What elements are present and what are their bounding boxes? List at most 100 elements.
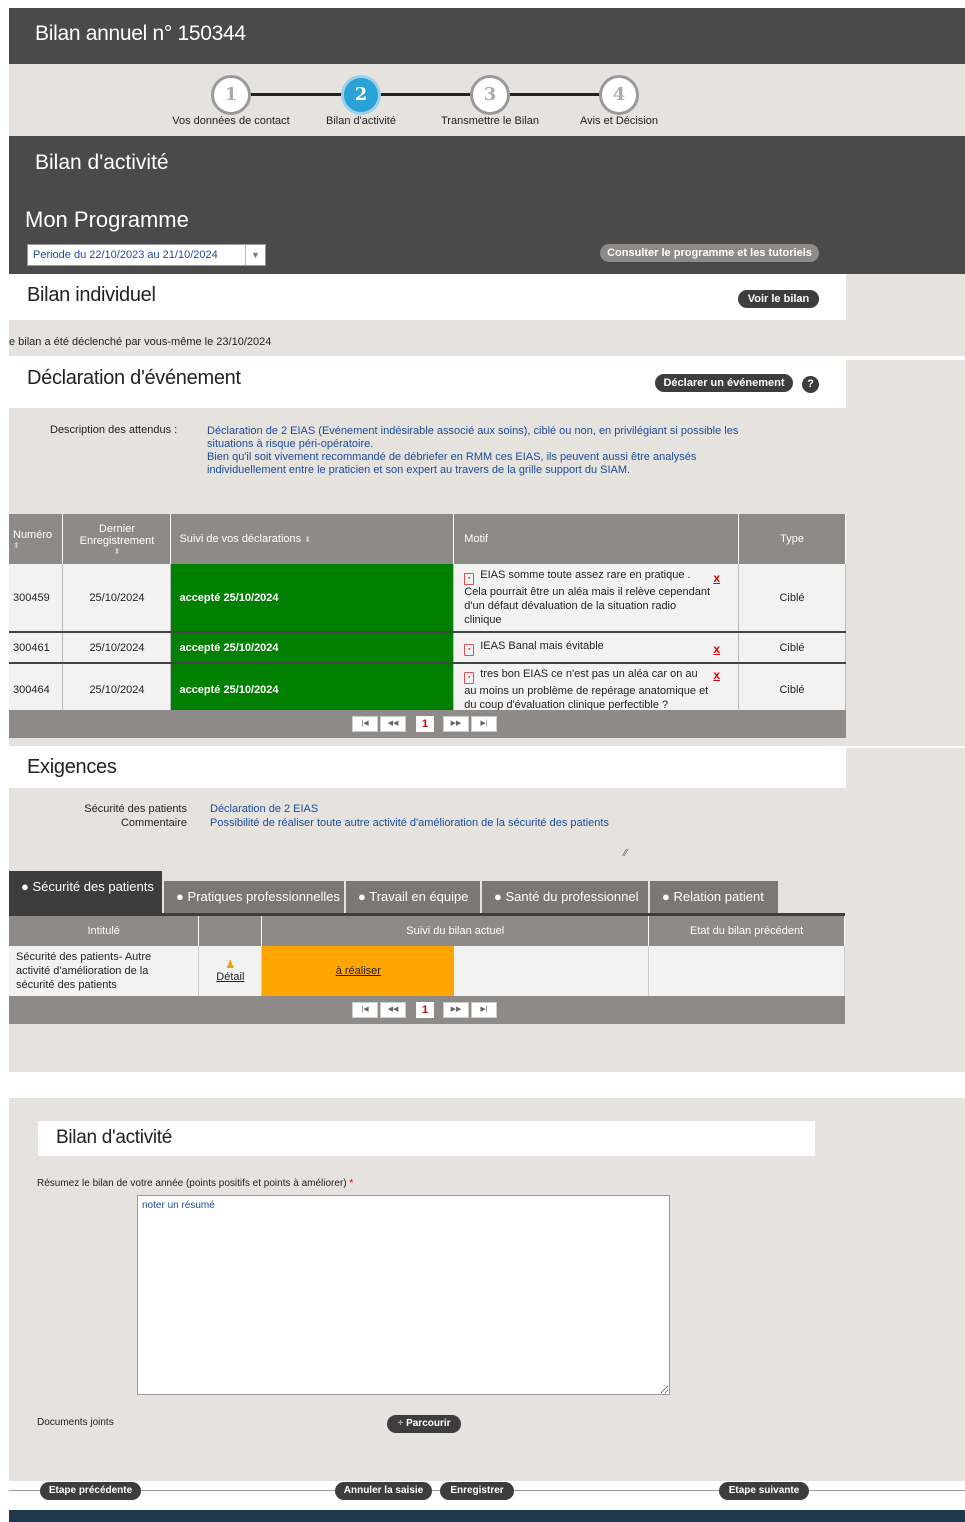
column-header-suivi[interactable]: Suivi de vos déclarations ⬍	[170, 514, 455, 564]
pdf-icon[interactable]: ▪	[464, 672, 475, 684]
step-2-circle[interactable]: 2	[341, 75, 381, 115]
cell-date: 25/10/2024	[62, 663, 172, 717]
cell-intitule: Sécurité des patients- Autre activité d'…	[9, 945, 200, 996]
declarations-pager: |◀ ◀◀ 1 ▶▶ ▶|	[9, 710, 846, 738]
exigences-title: Exigences	[27, 756, 117, 778]
required-marker: *	[349, 1178, 354, 1189]
previous-step-button[interactable]: Etape précédente	[40, 1482, 141, 1500]
activity-title: Bilan d'activité	[35, 151, 169, 174]
period-select[interactable]: Periode du 22/10/2023 au 21/10/2024 ▼	[27, 244, 266, 266]
tab-travail-equipe[interactable]: ● Travail en équipe	[346, 881, 480, 913]
browse-button[interactable]: + Parcourir	[387, 1415, 461, 1433]
prev-page-button[interactable]: ◀◀	[380, 1002, 406, 1018]
activity-panel: Bilan d'activité Mon Programme Periode d…	[9, 136, 965, 274]
table-row: 300461 25/10/2024 accepté 25/10/2024 ▪ IE…	[9, 632, 846, 664]
description-label: Description des attendus :	[50, 424, 178, 436]
save-button[interactable]: Enregistrer	[440, 1482, 514, 1500]
todo-cell[interactable]: à réaliser	[262, 945, 455, 996]
cell-motif: ▪ EIAS somme toute assez rare en pratique…	[453, 564, 740, 633]
exigences-values: Déclaration de 2 EIAS Possibilité de réa…	[210, 803, 609, 829]
chevron-down-icon[interactable]: ▼	[245, 245, 265, 265]
declarations-table: Numéro ⬍ Dernier Enregistrement ⬍ Suivi de…	[9, 514, 846, 717]
cell-type: Ciblé	[738, 564, 846, 633]
exigences-pager: |◀ ◀◀ 1 ▶▶ ▶|	[9, 996, 845, 1024]
cell-date: 25/10/2024	[62, 632, 172, 664]
step-1-label: Vos données de contact	[172, 115, 290, 127]
next-page-button[interactable]: ▶▶	[443, 716, 469, 732]
sort-icon[interactable]: ⬍	[67, 547, 166, 556]
view-bilan-button[interactable]: Voir le bilan	[738, 290, 819, 308]
first-page-button[interactable]: |◀	[352, 716, 378, 732]
exigences-header	[9, 748, 846, 788]
step-4-label: Avis et Décision	[579, 115, 659, 127]
stepper-connector	[379, 93, 474, 96]
next-page-button[interactable]: ▶▶	[443, 1002, 469, 1018]
next-step-button[interactable]: Etape suivante	[719, 1482, 809, 1500]
current-page[interactable]: 1	[416, 1002, 434, 1018]
declaration-title: Déclaration d'événement	[27, 367, 241, 389]
cell-type: Ciblé	[738, 632, 846, 664]
sort-icon[interactable]: ⬍	[304, 535, 311, 544]
user-icon: ♟	[225, 959, 236, 971]
cell-numero: 300461	[9, 632, 64, 664]
table-row: 300464 25/10/2024 accepté 25/10/2024 ▪ tr…	[9, 663, 846, 717]
current-page[interactable]: 1	[416, 716, 434, 732]
cell-motif: ▪ tres bon EIAS ce n'est pas un aléa car …	[453, 663, 740, 717]
declare-event-button[interactable]: Déclarer un événement	[655, 374, 793, 392]
bilan-trigger-note: e bilan a été déclenché par vous-même le…	[9, 336, 272, 348]
status-badge: accepté 25/10/2024	[170, 632, 455, 664]
sort-icon[interactable]: ⬍	[13, 541, 58, 550]
step-3-label: Transmettre le Bilan	[440, 115, 540, 127]
todo-link[interactable]: à réaliser	[336, 965, 381, 977]
programme-button[interactable]: Consulter le programme et les tutoriels	[600, 244, 819, 262]
prev-page-button[interactable]: ◀◀	[380, 716, 406, 732]
summary-textarea[interactable]	[137, 1195, 670, 1395]
cell-type: Ciblé	[738, 663, 846, 717]
tab-securite-patients[interactable]: ● Sécurité des patients	[9, 871, 162, 913]
page-title: Bilan annuel n° 150344	[35, 22, 246, 45]
tab-pratiques-professionnelles[interactable]: ● Pratiques professionnelles	[164, 881, 344, 913]
exigences-table: Intitulé Suivi du bilan actuel Etat du b…	[9, 913, 845, 996]
step-4-circle[interactable]: 4	[599, 75, 639, 115]
pdf-icon[interactable]: ▪	[464, 643, 475, 656]
bilan-individuel-title: Bilan individuel	[27, 284, 156, 306]
column-header-etat-precedent: Etat du bilan précédent	[648, 913, 845, 946]
programme-title: Mon Programme	[25, 207, 189, 232]
delete-icon[interactable]: x	[713, 571, 720, 585]
last-page-button[interactable]: ▶|	[471, 716, 497, 732]
cell-detail[interactable]: ♟ Détail	[198, 945, 263, 996]
tab-relation-patient[interactable]: ● Relation patient	[650, 881, 778, 913]
column-header-numero[interactable]: Numéro ⬍	[9, 514, 64, 564]
delete-icon[interactable]: x	[713, 642, 720, 656]
tab-sante-professionnel[interactable]: ● Santé du professionnel	[482, 881, 648, 913]
step-1-circle[interactable]: 1	[211, 75, 251, 115]
step-3-circle[interactable]: 3	[470, 75, 510, 115]
summary-title: Bilan d'activité	[56, 1127, 173, 1148]
resize-handle-icon[interactable]: ⁄⁄	[624, 848, 627, 859]
column-header-suivi-actuel: Suivi du bilan actuel	[261, 913, 650, 946]
cell-numero: 300464	[9, 663, 64, 717]
stepper-connector	[509, 93, 604, 96]
table-row: Sécurité des patients- Autre activité d'…	[9, 945, 845, 996]
detail-link[interactable]: Détail	[199, 971, 261, 983]
column-header-motif: Motif	[453, 514, 740, 564]
delete-icon[interactable]: x	[713, 668, 720, 682]
period-select-value: Periode du 22/10/2023 au 21/10/2024	[33, 249, 218, 261]
column-header-date[interactable]: Dernier Enregistrement ⬍	[62, 514, 172, 564]
page-header: Bilan annuel n° 150344	[9, 8, 965, 64]
stepper: 1 2 3 4 Vos données de contact Bilan d'a…	[9, 64, 965, 136]
help-icon[interactable]: ?	[802, 376, 819, 393]
last-page-button[interactable]: ▶|	[471, 1002, 497, 1018]
exigences-labels: Sécurité des patients Commentaire	[84, 803, 187, 829]
first-page-button[interactable]: |◀	[352, 1002, 378, 1018]
cell-date: 25/10/2024	[62, 564, 172, 633]
cell-motif: ▪ IEAS Banal mais évitable x	[453, 632, 740, 664]
status-badge: accepté 25/10/2024	[170, 663, 455, 717]
cell-numero: 300459	[9, 564, 64, 633]
column-header-type: Type	[738, 514, 846, 564]
pdf-icon[interactable]: ▪	[464, 573, 475, 585]
attachments-label: Documents joints	[37, 1417, 114, 1428]
stepper-connector	[249, 93, 344, 96]
step-navigation: Etape précédente Annuler la saisie Enreg…	[9, 1481, 965, 1501]
cancel-button[interactable]: Annuler la saisie	[335, 1482, 432, 1500]
